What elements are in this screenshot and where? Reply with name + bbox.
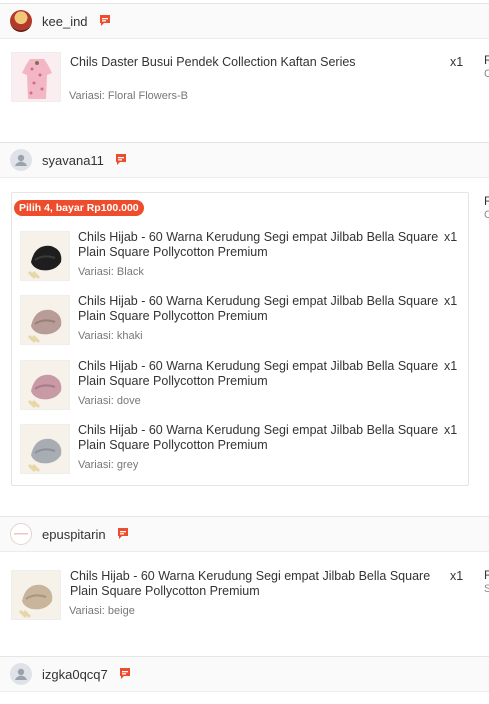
order-status-label: S [484,583,489,595]
order-body: Chils Daster Busui Pendek Collection Kaf… [0,39,489,126]
order-summary-truncated: R S [484,568,489,596]
order-header: syavana11 [0,142,489,178]
order-item[interactable]: Chils Daster Busui Pendek Collection Kaf… [0,52,480,117]
order-card: syavana11 Pilih 4, bayar Rp100.000 Chils… [0,142,489,516]
order-summary-truncated: R C [484,194,489,222]
chat-icon[interactable] [115,526,131,542]
product-variant: Variasi: khaki [78,330,143,342]
product-name[interactable]: Chils Hijab - 60 Warna Kerudung Segi emp… [78,230,440,260]
order-total-label: R [484,568,489,582]
user-avatar-icon[interactable] [10,663,32,685]
product-quantity: x1 [444,423,458,437]
product-thumbnail[interactable] [20,231,70,281]
shop-avatar[interactable] [10,10,32,32]
product-name[interactable]: Chils Daster Busui Pendek Collection Kaf… [70,55,440,70]
order-card: epuspitarin Chils Hijab - 60 Warna Kerud… [0,516,489,656]
order-card: kee_ind Chils Daster Busui Pendek Collec… [0,3,489,126]
product-quantity: x1 [450,55,464,69]
product-variant: Variasi: beige [69,605,135,617]
product-quantity: x1 [450,569,464,583]
order-item[interactable]: Chils Hijab - 60 Warna Kerudung Segi emp… [12,228,468,292]
order-header: epuspitarin [0,516,489,552]
order-item[interactable]: Chils Hijab - 60 Warna Kerudung Segi emp… [12,421,468,485]
order-item[interactable]: Chils Hijab - 60 Warna Kerudung Segi emp… [12,292,468,356]
product-thumbnail[interactable] [11,52,61,102]
order-status-label: C [484,68,489,80]
buyer-username[interactable]: izgka0qcq7 [42,667,108,682]
bundle-group: Pilih 4, bayar Rp100.000 Chils Hijab - 6… [11,192,469,486]
order-item[interactable]: Chils Hijab - 60 Warna Kerudung Segi emp… [0,567,480,632]
order-status-label: C [484,209,489,221]
order-body: Chils Hijab - 60 Warna Kerudung Segi emp… [0,552,489,656]
product-thumbnail[interactable] [20,424,70,474]
product-name[interactable]: Chils Hijab - 60 Warna Kerudung Segi emp… [78,294,440,324]
order-header: kee_ind [0,3,489,39]
product-thumbnail[interactable] [20,295,70,345]
product-variant: Variasi: dove [78,395,141,407]
order-total-label: R [484,194,489,208]
order-item[interactable]: Chils Hijab - 60 Warna Kerudung Segi emp… [12,357,468,421]
product-thumbnail[interactable] [11,570,61,620]
chat-icon[interactable] [117,666,133,682]
chat-icon[interactable] [97,13,113,29]
shop-avatar[interactable] [10,523,32,545]
order-summary-truncated: R C [484,53,489,81]
user-avatar-icon[interactable] [10,149,32,171]
product-quantity: x1 [444,294,458,308]
product-name[interactable]: Chils Hijab - 60 Warna Kerudung Segi emp… [78,359,440,389]
buyer-username[interactable]: syavana11 [42,153,104,168]
buyer-username[interactable]: epuspitarin [42,527,106,542]
bundle-deal-badge: Pilih 4, bayar Rp100.000 [14,200,144,216]
buyer-username[interactable]: kee_ind [42,14,88,29]
product-variant: Variasi: grey [78,459,139,471]
order-body: Pilih 4, bayar Rp100.000 Chils Hijab - 6… [0,178,489,516]
product-name[interactable]: Chils Hijab - 60 Warna Kerudung Segi emp… [78,423,440,453]
order-header: izgka0qcq7 [0,656,489,692]
order-total-label: R [484,53,489,67]
product-quantity: x1 [444,359,458,373]
product-name[interactable]: Chils Hijab - 60 Warna Kerudung Segi emp… [70,569,446,599]
chat-icon[interactable] [113,152,129,168]
product-thumbnail[interactable] [20,360,70,410]
order-card: izgka0qcq7 [0,656,489,692]
product-variant: Variasi: Floral Flowers-B [69,90,188,102]
product-variant: Variasi: Black [78,266,144,278]
product-quantity: x1 [444,230,458,244]
